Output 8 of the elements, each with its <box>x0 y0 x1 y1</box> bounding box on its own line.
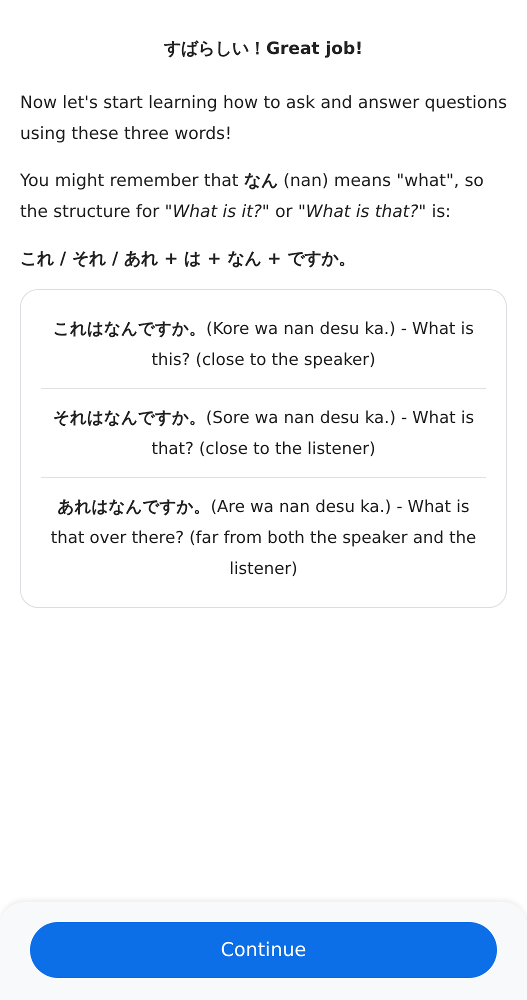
lesson-paragraph: Now let's start learning how to ask and answer questions using these three words! <box>20 92 507 146</box>
lesson-heading: すばらしい！Great job! <box>163 38 364 61</box>
example-sentence: それはなんですか。(Sore wa nan desu ka.) - What is that? (close to the listener) <box>52 407 476 460</box>
example-sentence: あれはなんですか。(Are wa nan desu ka.) - What is that over there? (far from both the speaker and the listener) <box>50 496 478 580</box>
grammar-formula: これ / それ / あれ + は + なん + ですか。 <box>20 248 356 271</box>
continue-button[interactable]: Continue <box>30 922 497 978</box>
example-sentence: これはなんですか。(Kore wa nan desu ka.) - What is this? (close to the speaker) <box>52 318 475 371</box>
lesson-paragraph: You might remember that なん (nan) means "what", so the structure for "What is it?" or "What is that?" is: <box>20 170 485 224</box>
